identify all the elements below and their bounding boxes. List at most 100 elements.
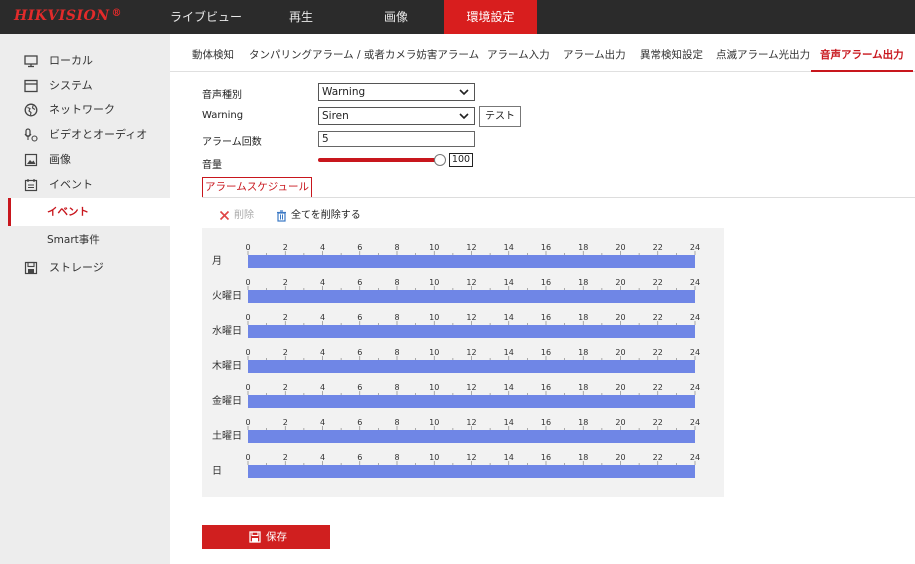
sidebar-item-event[interactable]: イベント (0, 173, 170, 197)
hour-tick-label: 10 (429, 313, 439, 322)
hour-tick-label: 24 (690, 418, 700, 427)
sidebar-item-label: ストレージ (49, 261, 104, 274)
volume-value: 100 (449, 153, 473, 167)
sidebar-subitem-event[interactable]: イベント (8, 198, 170, 226)
hour-tick-label: 24 (690, 383, 700, 392)
schedule-panel: 月 0 2 4 6 8 10 12 14 16 18 20 22 24 火曜日 0 2 4 6 8 10 12 14 16 18… (202, 228, 724, 497)
sidebar-item-system[interactable]: システム (0, 74, 170, 98)
day-label: 木曜日 (212, 360, 242, 372)
topnav-picture[interactable]: 画像 (350, 0, 442, 34)
hour-tick-label: 2 (283, 418, 288, 427)
delete-x-icon (219, 210, 230, 221)
hour-tick-label: 0 (245, 278, 250, 287)
alarm-schedule-tab[interactable]: アラームスケジュール (202, 177, 312, 198)
hour-tick-label: 18 (578, 418, 588, 427)
hour-tick-label: 12 (466, 278, 476, 287)
tab-tampering-alarm[interactable]: タンパリングアラーム / 或者カメラ妨害アラーム (249, 34, 479, 72)
storage-icon (24, 261, 38, 275)
video-audio-icon (24, 128, 38, 142)
schedule-bar[interactable] (248, 325, 695, 338)
hour-tick-label: 18 (578, 313, 588, 322)
logo-reg-mark: ® (111, 8, 123, 19)
sidebar-item-label: ローカル (49, 54, 93, 67)
volume-slider-track[interactable] (318, 158, 441, 162)
hour-tick-label: 12 (466, 243, 476, 252)
top-bar: HIKVISION ® ライブビュー 再生 画像 環境設定 (0, 0, 915, 34)
hour-tick-label: 4 (320, 243, 325, 252)
tab-motion-detection[interactable]: 動体検知 (192, 34, 234, 72)
sound-type-label: 音声種別 (202, 90, 242, 101)
tab-alarm-output[interactable]: アラーム出力 (563, 34, 626, 72)
hour-tick-label: 24 (690, 278, 700, 287)
tab-exception[interactable]: 異常検知設定 (640, 34, 703, 72)
hour-tick-label: 16 (541, 418, 551, 427)
trash-icon (277, 210, 286, 222)
schedule-bar[interactable] (248, 360, 695, 373)
save-icon (249, 531, 261, 543)
schedule-bar[interactable] (248, 430, 695, 443)
hour-tick-label: 16 (541, 348, 551, 357)
tab-audible-alarm-output[interactable]: 音声アラーム出力 (811, 34, 913, 72)
hour-tick-label: 24 (690, 313, 700, 322)
hour-tick-label: 6 (357, 313, 362, 322)
hour-tick-label: 12 (466, 348, 476, 357)
tab-flashing-light[interactable]: 点滅アラーム光出力 (716, 34, 810, 72)
sidebar-item-network[interactable]: ネットワーク (0, 98, 170, 122)
hour-tick-label: 0 (245, 313, 250, 322)
sidebar-item-image[interactable]: 画像 (0, 148, 170, 172)
sidebar-item-label: システム (49, 79, 93, 92)
hour-tick-label: 10 (429, 348, 439, 357)
topnav-playback[interactable]: 再生 (258, 0, 344, 34)
hour-tick-label: 18 (578, 278, 588, 287)
hour-tick-label: 16 (541, 313, 551, 322)
hour-tick-label: 24 (690, 243, 700, 252)
hour-tick-label: 14 (504, 383, 514, 392)
test-button[interactable]: テスト (479, 106, 521, 127)
hour-tick-label: 10 (429, 418, 439, 427)
sidebar-item-local[interactable]: ローカル (0, 49, 170, 73)
hour-tick-label: 8 (394, 453, 399, 462)
delete-all-label: 全てを削除する (291, 210, 361, 221)
hour-tick-label: 12 (466, 418, 476, 427)
hour-tick-label: 22 (653, 418, 663, 427)
hour-tick-label: 18 (578, 383, 588, 392)
hour-tick-label: 14 (504, 313, 514, 322)
schedule-bar[interactable] (248, 465, 695, 478)
volume-slider-handle[interactable] (434, 154, 446, 166)
schedule-bar[interactable] (248, 255, 695, 268)
day-label: 月 (212, 255, 222, 267)
hour-tick-label: 4 (320, 383, 325, 392)
sound-type-select[interactable]: Warning (318, 83, 475, 101)
hour-tick-label: 0 (245, 418, 250, 427)
hour-tick-label: 12 (466, 383, 476, 392)
sidebar-item-video-audio[interactable]: ビデオとオーディオ (0, 123, 170, 147)
sidebar-subitem-smart-event[interactable]: Smart事件 (8, 226, 170, 254)
hour-tick-label: 12 (466, 453, 476, 462)
hour-tick-label: 6 (357, 453, 362, 462)
schedule-bar[interactable] (248, 290, 695, 303)
hour-tick-label: 20 (615, 313, 625, 322)
warning-value: Siren (322, 110, 349, 122)
hour-tick-label: 2 (283, 243, 288, 252)
delete-label: 削除 (234, 210, 254, 221)
save-button[interactable]: 保存 (202, 525, 330, 549)
hour-tick-label: 4 (320, 453, 325, 462)
hour-tick-label: 4 (320, 278, 325, 287)
system-icon (24, 79, 38, 93)
monitor-icon (24, 55, 38, 68)
hour-tick-label: 14 (504, 348, 514, 357)
topnav-configuration[interactable]: 環境設定 (444, 0, 537, 34)
schedule-bar[interactable] (248, 395, 695, 408)
sidebar-item-storage[interactable]: ストレージ (0, 256, 170, 280)
hour-tick-label: 14 (504, 243, 514, 252)
alarm-count-input[interactable]: 5 (318, 131, 475, 147)
topnav-live-view[interactable]: ライブビュー (160, 0, 252, 34)
hour-tick-label: 0 (245, 243, 250, 252)
warning-select[interactable]: Siren (318, 107, 475, 125)
tab-alarm-input[interactable]: アラーム入力 (487, 34, 550, 72)
hour-tick-label: 8 (394, 348, 399, 357)
hour-tick-label: 8 (394, 278, 399, 287)
sidebar: ローカル システム ネットワーク ビデオとオーディオ 画像 イベント イベント … (0, 34, 170, 564)
save-label: 保存 (266, 531, 287, 543)
sidebar-item-label: 画像 (49, 153, 71, 166)
